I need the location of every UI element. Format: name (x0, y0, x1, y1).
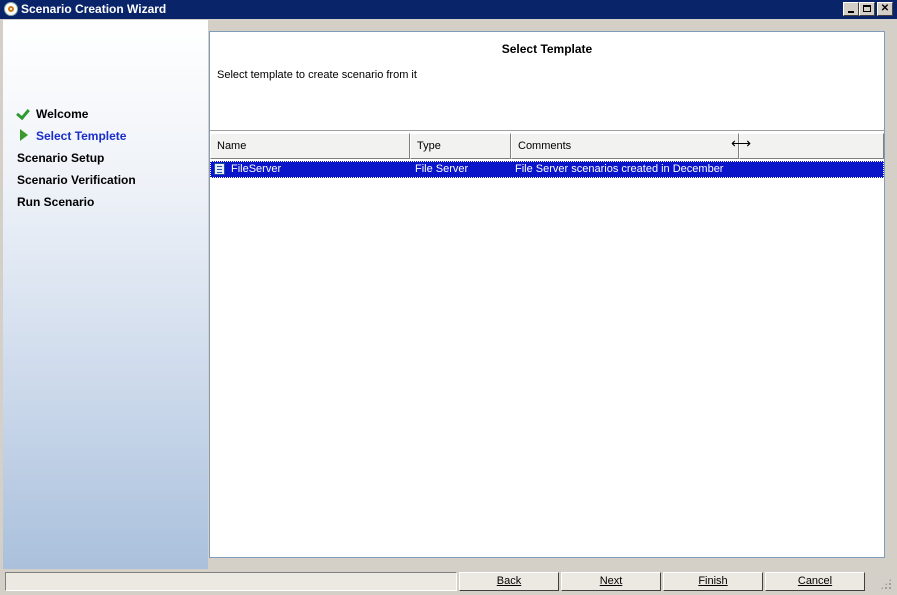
nav-step-scenario-setup: Scenario Setup (17, 149, 104, 167)
status-bar (5, 572, 457, 591)
row-type: File Server (415, 163, 469, 175)
check-icon (17, 106, 31, 120)
minimize-icon (848, 11, 854, 13)
app-icon[interactable] (4, 2, 18, 16)
row-name: FileServer (231, 163, 282, 175)
page-header: Select Template Select template to creat… (210, 32, 884, 131)
back-button[interactable]: Back (459, 572, 559, 591)
column-header-type[interactable]: Type (410, 133, 511, 159)
column-header-comments[interactable]: Comments (511, 133, 739, 159)
maximize-button[interactable] (859, 2, 875, 16)
close-icon: ✕ (880, 3, 890, 14)
next-button[interactable]: Next (561, 572, 661, 591)
template-icon (214, 163, 225, 175)
minimize-button[interactable] (843, 2, 859, 16)
title-bar[interactable]: Scenario Creation Wizard ✕ (0, 0, 897, 19)
resize-grip-icon[interactable] (880, 578, 892, 590)
page-description: Select template to create scenario from … (217, 69, 417, 81)
cancel-button[interactable]: Cancel (765, 572, 865, 591)
nav-step-label: Run Scenario (17, 195, 95, 209)
template-list[interactable]: Name Type Comments ⟷ FileServer File Ser… (210, 131, 884, 557)
nav-step-label: Select Templete (36, 129, 127, 143)
nav-step-select-template: Select Templete (17, 127, 126, 145)
wizard-steps-panel: Welcome Select Templete Scenario Setup S… (3, 20, 208, 569)
nav-step-label: Scenario Setup (17, 151, 105, 165)
page-title: Select Template (501, 42, 593, 56)
main-panel: Select Template Select template to creat… (209, 31, 885, 558)
resize-cursor-icon: ⟷ (731, 135, 752, 151)
nav-step-label: Scenario Verification (17, 173, 136, 187)
row-comments: File Server scenarios created in Decembe… (515, 163, 724, 175)
close-button[interactable]: ✕ (877, 2, 893, 16)
maximize-icon (863, 5, 871, 12)
nav-step-run-scenario: Run Scenario (17, 193, 94, 211)
nav-step-scenario-verification: Scenario Verification (17, 171, 136, 189)
table-row[interactable]: FileServer File Server File Server scena… (210, 161, 884, 178)
column-header-name[interactable]: Name (210, 133, 410, 159)
column-header-empty[interactable] (739, 133, 884, 159)
finish-button[interactable]: Finish (663, 572, 763, 591)
window-title: Scenario Creation Wizard (21, 2, 167, 16)
nav-step-label: Welcome (36, 107, 89, 121)
nav-step-welcome: Welcome (17, 105, 88, 123)
arrow-right-icon (17, 128, 31, 142)
